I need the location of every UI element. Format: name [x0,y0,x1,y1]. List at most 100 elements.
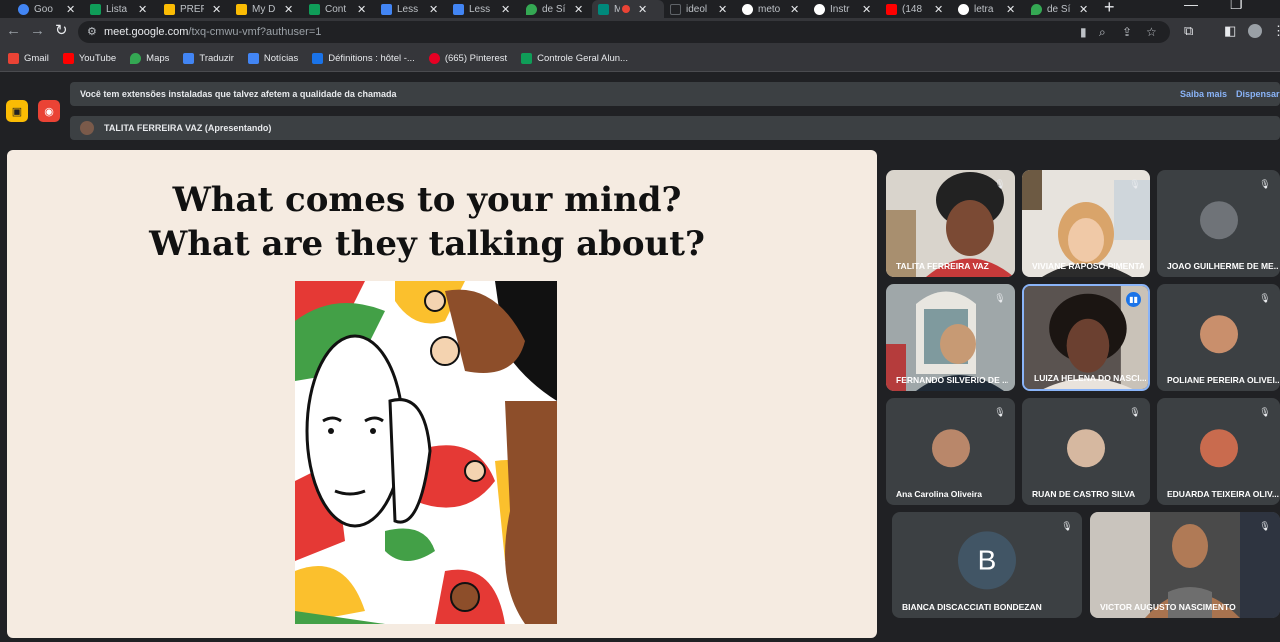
learn-more-link[interactable]: Saiba mais [1180,89,1227,99]
close-tab-icon[interactable]: ✕ [66,3,75,16]
mic-off-icon: 🎙︎ [1061,521,1073,531]
bookmark-star-icon[interactable]: ☆ [1146,25,1157,39]
close-tab-icon[interactable]: ✕ [1079,3,1088,16]
mic-off-icon: 🎙︎ [1259,179,1271,189]
participant-name: BIANCA DISCACCIATI BONDEZAN [902,602,1042,612]
google-icon [958,3,969,15]
browser-tab[interactable]: Less ✕ [381,0,438,18]
address-bar[interactable]: ⚙ meet.google.com/txq-cmwu-vmf?authuser=… [78,21,1170,43]
close-tab-icon[interactable]: ✕ [638,3,647,16]
participant-tile[interactable]: 🎙︎ FERNANDO SILVERIO DE ... [886,284,1015,391]
participant-name: LUIZA HELENA DO NASCI... [1034,373,1146,383]
close-tab-icon[interactable]: ✕ [212,3,221,16]
tab-favicon-icon [453,3,464,15]
site-info-icon[interactable]: ⚙ [87,25,97,38]
participant-name: VICTOR AUGUSTO NASCIMENTO [1100,602,1236,612]
record-icon: ◉ [44,105,54,118]
close-tab-icon[interactable]: ✕ [138,3,147,16]
back-icon[interactable]: ← [6,22,21,40]
browser-tab[interactable]: Goo ✕ [18,0,75,18]
browser-tab[interactable]: ideol ✕ [670,0,727,18]
participant-tile[interactable]: 🎙︎ TALITA FERREIRA VAZ [886,170,1015,277]
close-tab-icon[interactable]: ✕ [718,3,727,16]
browser-tab[interactable]: de Sí ✕ [526,0,583,18]
close-tab-icon[interactable]: ✕ [357,3,366,16]
browser-tab[interactable]: Less ✕ [453,0,510,18]
camera-off-button[interactable]: ▣ [6,100,28,122]
mic-off-icon: 🎙︎ [1129,179,1141,189]
browser-tab-active[interactable]: M ✕ [592,0,664,18]
participant-tile[interactable]: 🎙︎ VIVIANE RAPOSO PIMENTA [1022,170,1150,277]
minimize-icon[interactable]: — [1184,0,1198,12]
browser-tab[interactable]: Cont ✕ [309,0,366,18]
participant-tile[interactable]: 🎙︎ VICTOR AUGUSTO NASCIMENTO [1090,512,1280,618]
bookmark-definitions[interactable]: Définitions : hôtel -... [312,53,415,64]
browser-tab[interactable]: Instr ✕ [814,0,871,18]
bookmark-youtube[interactable]: YouTube [62,53,116,64]
bookmark-news[interactable]: Notícias [247,53,298,64]
browser-toolbar: ← → ↻ ⚙ meet.google.com/txq-cmwu-vmf?aut… [0,18,1280,46]
maximize-icon[interactable]: ❐ [1230,0,1243,13]
side-panel-icon[interactable]: ◧ [1224,23,1236,39]
slide-illustration [295,281,557,624]
extensions-icon[interactable]: ⧉ [1184,23,1193,39]
browser-tab[interactable]: de Sí ✕ [1031,0,1088,18]
bookmark-translate[interactable]: Traduzir [183,53,234,64]
bookmark-controle-geral[interactable]: Controle Geral Alun... [521,53,628,64]
participant-tile[interactable]: 🎙︎ POLIANE PEREIRA OLIVEI... [1157,284,1280,391]
presenter-avatar [80,121,94,135]
browser-tab[interactable]: PREF ✕ [164,0,221,18]
extension-warning-banner: Você tem extensões instaladas que talvez… [70,82,1280,106]
participant-tile[interactable]: 🎙︎ JOAO GUILHERME DE ME... [1157,170,1280,277]
participant-tile-speaking[interactable]: ▮▮ LUIZA HELENA DO NASCI... [1022,284,1150,391]
tab-favicon-icon [381,3,392,15]
zoom-icon[interactable]: ⌕ [1099,25,1106,40]
participant-tile[interactable]: 🎙︎ EDUARDA TEIXEIRA OLIV... [1157,398,1280,505]
share-icon[interactable]: ⇪ [1122,25,1132,39]
pinterest-icon [428,53,440,64]
sheets-icon [521,53,533,64]
bookmarks-bar: Gmail YouTube Maps Traduzir Notícias Déf… [0,46,1280,72]
mic-off-icon: 🎙︎ [1259,407,1271,417]
browser-tab[interactable]: My D ✕ [236,0,293,18]
tab-favicon-icon [309,3,320,15]
browser-tab[interactable]: meto ✕ [742,0,799,18]
bookmark-maps[interactable]: Maps [130,53,169,64]
participant-letter-avatar: B [958,531,1016,590]
bookmark-pinterest[interactable]: (665) Pinterest [428,53,507,64]
close-tab-icon[interactable]: ✕ [574,3,583,16]
browser-tab[interactable]: (148 ✕ [886,0,943,18]
bookmark-gmail[interactable]: Gmail [8,53,49,64]
participant-tile[interactable]: 🎙︎ Ana Carolina Oliveira [886,398,1015,505]
close-tab-icon[interactable]: ✕ [284,3,293,16]
tab-favicon-icon [90,3,101,15]
browser-tab[interactable]: Lista ✕ [90,0,147,18]
profile-avatar[interactable] [1248,24,1262,38]
recording-button[interactable]: ◉ [38,100,60,122]
close-tab-icon[interactable]: ✕ [501,3,510,16]
asterisk-icon [312,53,324,64]
close-tab-icon[interactable]: ✕ [790,3,799,16]
menu-icon[interactable]: ⋮ [1272,23,1280,39]
close-tab-icon[interactable]: ✕ [1006,3,1015,16]
mic-off-icon: 🎙︎ [1259,521,1271,531]
new-tab-button[interactable]: + [1104,0,1115,18]
forward-icon[interactable]: → [30,22,45,40]
recording-indicator-icon [622,5,630,13]
participant-tile[interactable]: B 🎙︎ BIANCA DISCACCIATI BONDEZAN [892,512,1082,618]
dismiss-button[interactable]: Dispensar [1236,89,1280,99]
participant-avatar [1067,428,1105,467]
google-icon [742,3,753,15]
participant-name: Ana Carolina Oliveira [896,489,982,499]
participant-name: FERNANDO SILVERIO DE ... [896,375,1008,385]
close-tab-icon[interactable]: ✕ [429,3,438,16]
presenter-bar: TALITA FERREIRA VAZ (Apresentando) [70,116,1280,140]
participant-tile[interactable]: 🎙︎ RUAN DE CASTRO SILVA [1022,398,1150,505]
close-tab-icon[interactable]: ✕ [934,3,943,16]
camera-in-use-icon[interactable]: ▮ [1080,25,1087,39]
reload-icon[interactable]: ↻ [55,22,68,40]
participant-avatar [1199,428,1238,467]
browser-tab[interactable]: letra ✕ [958,0,1015,18]
youtube-icon [62,53,74,64]
close-tab-icon[interactable]: ✕ [862,3,871,16]
